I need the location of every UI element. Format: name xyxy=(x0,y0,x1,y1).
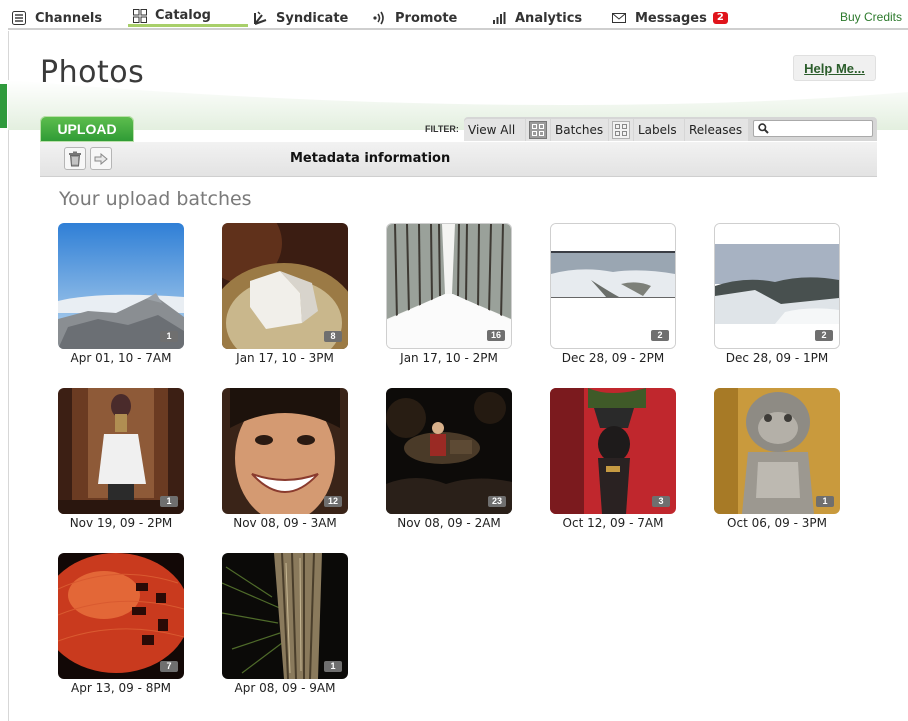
batch-date: Apr 01, 10 - 7AM xyxy=(70,351,172,365)
batch-tile[interactable]: 8 Jan 17, 10 - 3PM xyxy=(222,223,348,373)
nav-catalog[interactable]: Catalog xyxy=(128,7,248,27)
burst-icon xyxy=(254,11,267,25)
batch-thumbnail[interactable]: 1 xyxy=(714,388,840,514)
batch-thumbnail[interactable]: 2 xyxy=(714,223,840,349)
batch-thumbnail[interactable]: 1 xyxy=(58,388,184,514)
section-title: Your upload batches xyxy=(59,188,252,210)
nav-divider xyxy=(8,28,908,30)
metadata-title: Metadata information xyxy=(290,151,451,166)
filter-labels-button[interactable]: Labels xyxy=(634,119,684,141)
batch-thumbnail[interactable]: 12 xyxy=(222,388,348,514)
batch-tile[interactable]: 1 Apr 08, 09 - 9AM xyxy=(222,553,348,703)
batch-thumbnail[interactable]: 23 xyxy=(386,388,512,514)
nav-syndicate-label: Syndicate xyxy=(276,10,349,26)
photo-count-badge: 2 xyxy=(651,330,669,341)
side-accent xyxy=(0,84,7,128)
nav-channels-label: Channels xyxy=(35,10,103,26)
batch-tile[interactable]: 1 Oct 06, 09 - 3PM xyxy=(714,388,840,538)
batch-thumbnail[interactable]: 7 xyxy=(58,553,184,679)
filter-releases-button[interactable]: Releases xyxy=(685,119,748,141)
batch-date: Nov 08, 09 - 2AM xyxy=(397,516,501,530)
page-title: Photos xyxy=(40,55,145,90)
batch-tile[interactable]: 2 Dec 28, 09 - 1PM xyxy=(714,223,840,373)
batch-tile[interactable]: 1 Apr 01, 10 - 7AM xyxy=(58,223,184,373)
batch-date: Oct 12, 09 - 7AM xyxy=(562,516,664,530)
bar-chart-icon xyxy=(493,12,506,24)
nav-syndicate[interactable]: Syndicate xyxy=(253,7,348,29)
batch-date: Nov 19, 09 - 2PM xyxy=(69,516,173,530)
help-button[interactable]: Help Me... xyxy=(793,55,876,81)
filter-bar: View All Batches Labels Releases xyxy=(464,117,877,141)
batch-tile[interactable]: 3 Oct 12, 09 - 7AM xyxy=(550,388,676,538)
batch-date: Oct 06, 09 - 3PM xyxy=(727,516,827,530)
search-input[interactable] xyxy=(753,120,873,137)
photo-count-badge: 16 xyxy=(486,330,505,341)
photo-count-badge: 2 xyxy=(815,330,833,341)
photo-count-badge: 3 xyxy=(652,496,670,507)
batch-thumbnail[interactable]: 2 xyxy=(550,223,676,349)
buy-credits-link[interactable]: Buy Credits xyxy=(840,10,902,24)
move-button[interactable] xyxy=(90,147,112,170)
labels-view-toggle[interactable] xyxy=(609,119,633,141)
batch-tile[interactable]: 23 Nov 08, 09 - 2AM xyxy=(386,388,512,538)
photo-count-badge: 7 xyxy=(160,661,178,672)
grid-view-icon xyxy=(612,121,630,139)
grid-icon xyxy=(133,8,147,23)
batch-tile[interactable]: 7 Apr 13, 09 - 8PM xyxy=(58,553,184,703)
arrow-right-icon xyxy=(94,152,108,165)
batch-date: Apr 13, 09 - 8PM xyxy=(71,681,171,695)
trash-icon xyxy=(69,151,81,166)
delete-button[interactable] xyxy=(64,147,86,170)
nav-promote-label: Promote xyxy=(395,10,458,26)
batch-date: Nov 08, 09 - 3AM xyxy=(233,516,337,530)
batch-tile[interactable]: 12 Nov 08, 09 - 3AM xyxy=(222,388,348,538)
batch-date: Jan 17, 10 - 3PM xyxy=(236,351,334,365)
nav-channels[interactable]: Channels xyxy=(12,7,102,29)
nav-analytics[interactable]: Analytics xyxy=(492,7,582,29)
nav-messages[interactable]: Messages 2 xyxy=(612,7,728,29)
batch-toolbar: Metadata information xyxy=(40,142,877,177)
photo-count-badge: 12 xyxy=(323,496,342,507)
batch-tile[interactable]: 16 Jan 17, 10 - 2PM xyxy=(386,223,512,373)
top-navigation: Channels Catalog Syndicate Promote Analy… xyxy=(0,0,908,31)
grid-view-icon xyxy=(529,121,547,139)
upload-button[interactable]: UPLOAD xyxy=(40,116,134,142)
nav-analytics-label: Analytics xyxy=(515,10,583,26)
batch-thumbnail[interactable]: 3 xyxy=(550,388,676,514)
batch-thumbnail[interactable]: 16 xyxy=(386,223,512,349)
batch-date: Dec 28, 09 - 2PM xyxy=(561,351,665,365)
batch-date: Dec 28, 09 - 1PM xyxy=(725,351,829,365)
photo-count-badge: 1 xyxy=(324,661,342,672)
search-icon xyxy=(758,123,769,134)
filter-label: FILTER: xyxy=(425,124,459,134)
photo-count-badge: 1 xyxy=(160,331,178,342)
filter-view-all-button[interactable]: View All xyxy=(464,119,525,141)
photo-count-badge: 8 xyxy=(324,331,342,342)
photo-count-badge: 1 xyxy=(816,496,834,507)
filter-batches-button[interactable]: Batches xyxy=(551,119,608,141)
nav-messages-label: Messages xyxy=(635,10,707,26)
batch-tile[interactable]: 1 Nov 19, 09 - 2PM xyxy=(58,388,184,538)
batch-tile[interactable]: 2 Dec 28, 09 - 2PM xyxy=(550,223,676,373)
batch-thumbnail[interactable]: 1 xyxy=(58,223,184,349)
nav-catalog-label: Catalog xyxy=(155,8,211,23)
batch-date: Jan 17, 10 - 2PM xyxy=(400,351,498,365)
photo-count-badge: 1 xyxy=(160,496,178,507)
messages-count-badge: 2 xyxy=(712,12,728,24)
batch-thumbnail[interactable]: 8 xyxy=(222,223,348,349)
batches-view-toggle[interactable] xyxy=(526,119,550,141)
photo-count-badge: 23 xyxy=(487,496,506,507)
broadcast-icon xyxy=(373,11,384,25)
list-icon xyxy=(12,11,26,25)
batch-date: Apr 08, 09 - 9AM xyxy=(234,681,336,695)
batch-thumbnail[interactable]: 1 xyxy=(222,553,348,679)
nav-promote[interactable]: Promote xyxy=(372,7,457,29)
envelope-icon xyxy=(612,13,626,23)
